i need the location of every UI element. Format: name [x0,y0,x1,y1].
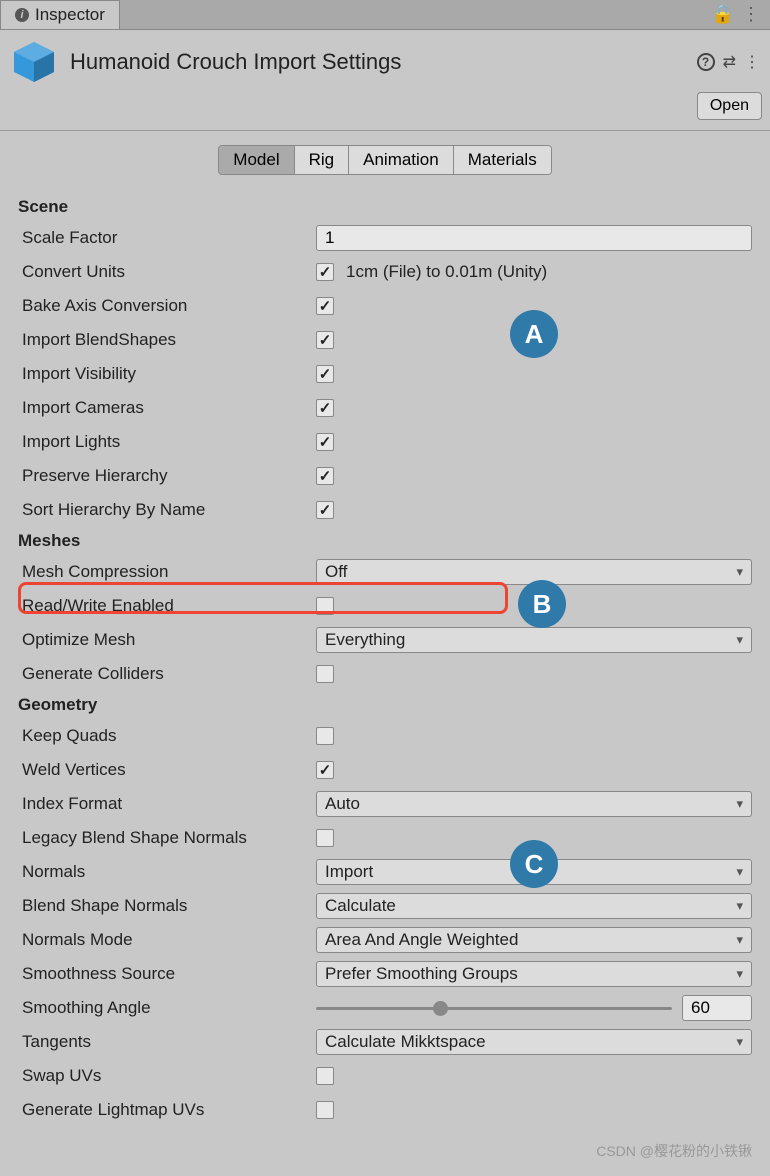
section-meshes: Meshes [18,527,752,555]
tab-label: Inspector [35,5,105,25]
kebab-icon[interactable]: ⋮ [744,52,760,72]
info-icon: i [15,8,29,22]
index-format-dropdown[interactable]: Auto [316,791,752,817]
generate-colliders-label: Generate Colliders [18,664,316,684]
normals-mode-dropdown[interactable]: Area And Angle Weighted [316,927,752,953]
bake-axis-label: Bake Axis Conversion [18,296,316,316]
smoothness-source-dropdown[interactable]: Prefer Smoothing Groups [316,961,752,987]
import-visibility-label: Import Visibility [18,364,316,384]
weld-vertices-label: Weld Vertices [18,760,316,780]
blend-shape-normals-dropdown[interactable]: Calculate [316,893,752,919]
normals-mode-label: Normals Mode [18,930,316,950]
legacy-blend-checkbox[interactable] [316,829,334,847]
menu-icon[interactable]: ⋮ [742,4,760,25]
section-geometry: Geometry [18,691,752,719]
swap-uvs-label: Swap UVs [18,1066,316,1086]
import-lights-label: Import Lights [18,432,316,452]
normals-label: Normals [18,862,316,882]
smoothing-angle-slider[interactable] [316,1007,672,1010]
help-icon[interactable]: ? [697,53,715,71]
tab-inspector[interactable]: i Inspector [0,0,120,29]
preset-icon[interactable]: ⇄ [723,52,736,72]
import-blendshapes-checkbox[interactable] [316,331,334,349]
generate-lightmap-label: Generate Lightmap UVs [18,1100,316,1120]
convert-units-checkbox[interactable] [316,263,334,281]
optimize-mesh-label: Optimize Mesh [18,630,316,650]
asset-title: Humanoid Crouch Import Settings [70,49,401,75]
smoothness-source-label: Smoothness Source [18,964,316,984]
weld-vertices-checkbox[interactable] [316,761,334,779]
smoothing-angle-label: Smoothing Angle [18,998,316,1018]
scale-factor-input[interactable] [316,225,752,251]
keep-quads-label: Keep Quads [18,726,316,746]
lock-icon[interactable]: 🔒 [712,4,734,25]
convert-units-label: Convert Units [18,262,316,282]
tab-rig[interactable]: Rig [295,146,350,174]
open-button[interactable]: Open [697,92,762,120]
tab-animation[interactable]: Animation [349,146,454,174]
index-format-label: Index Format [18,794,316,814]
mesh-compression-dropdown[interactable]: Off [316,559,752,585]
import-cameras-label: Import Cameras [18,398,316,418]
generate-lightmap-checkbox[interactable] [316,1101,334,1119]
prefab-icon [10,38,58,86]
convert-units-text: 1cm (File) to 0.01m (Unity) [346,262,547,282]
optimize-mesh-dropdown[interactable]: Everything [316,627,752,653]
preserve-hierarchy-checkbox[interactable] [316,467,334,485]
swap-uvs-checkbox[interactable] [316,1067,334,1085]
read-write-label: Read/Write Enabled [18,596,316,616]
bake-axis-checkbox[interactable] [316,297,334,315]
tangents-label: Tangents [18,1032,316,1052]
tab-model[interactable]: Model [219,146,294,174]
read-write-checkbox[interactable] [316,597,334,615]
keep-quads-checkbox[interactable] [316,727,334,745]
import-blendshapes-label: Import BlendShapes [18,330,316,350]
import-tabs: Model Rig Animation Materials [0,131,770,193]
import-cameras-checkbox[interactable] [316,399,334,417]
window-tab-bar: i Inspector 🔒 ⋮ [0,0,770,30]
tab-materials[interactable]: Materials [454,146,551,174]
mesh-compression-label: Mesh Compression [18,562,316,582]
import-visibility-checkbox[interactable] [316,365,334,383]
preserve-hierarchy-label: Preserve Hierarchy [18,466,316,486]
legacy-blend-label: Legacy Blend Shape Normals [18,828,316,848]
sort-hierarchy-checkbox[interactable] [316,501,334,519]
blend-shape-normals-label: Blend Shape Normals [18,896,316,916]
scale-factor-label: Scale Factor [18,228,316,248]
asset-header: Humanoid Crouch Import Settings ? ⇄ ⋮ [0,30,770,90]
generate-colliders-checkbox[interactable] [316,665,334,683]
watermark: CSDN @樱花粉的小铁锹 [596,1141,752,1161]
normals-dropdown[interactable]: Import [316,859,752,885]
section-scene: Scene [18,193,752,221]
import-lights-checkbox[interactable] [316,433,334,451]
tangents-dropdown[interactable]: Calculate Mikktspace [316,1029,752,1055]
sort-hierarchy-label: Sort Hierarchy By Name [18,500,316,520]
smoothing-angle-input[interactable] [682,995,752,1021]
